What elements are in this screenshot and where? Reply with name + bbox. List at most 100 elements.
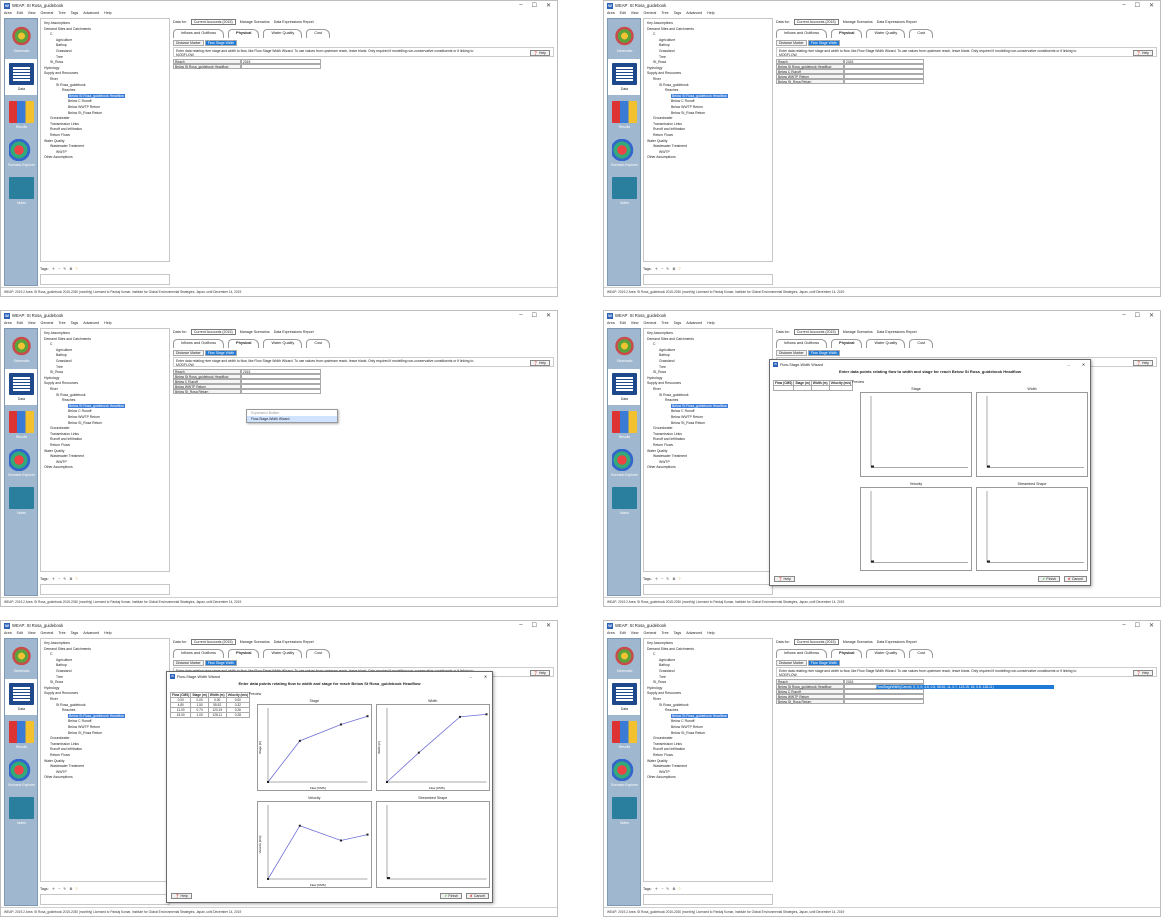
tree-node[interactable]: Below WWTP Return [68, 725, 100, 729]
data-expressions-report-button[interactable]: Data Expressions Report [877, 20, 917, 24]
tree-node[interactable]: Reaches [62, 88, 75, 92]
tree-node[interactable]: Bathup [56, 663, 67, 667]
tree-node[interactable]: Below WWTP Return [671, 725, 703, 729]
scenario-select[interactable]: Current Accounts (2015) [793, 19, 839, 25]
menu-general[interactable]: General [41, 321, 54, 325]
tree-node[interactable]: Return Flows [653, 443, 673, 447]
subtab-distance-marker[interactable]: Distance Marker [173, 660, 204, 666]
tree-node[interactable]: Supply and Resources [647, 691, 681, 695]
data-cell[interactable]: 128.11 [207, 712, 227, 718]
tree-node[interactable]: Below St_Rosa Return [671, 731, 705, 735]
tree-node[interactable]: Key Assumptions [647, 641, 673, 645]
tree-node[interactable]: Grassland [56, 669, 71, 673]
tree-node[interactable]: Demand Sites and Catchments [647, 647, 694, 651]
tree-node[interactable]: St_Rosa [50, 370, 63, 374]
menu-tags[interactable]: Tags [674, 321, 682, 325]
maximize-button[interactable]: ☐ [532, 2, 537, 9]
tree-node[interactable]: Transmission Links [653, 122, 682, 126]
close-button[interactable]: ✕ [546, 312, 551, 319]
menu-view[interactable]: View [28, 321, 36, 325]
results-view-button[interactable]: Results [612, 411, 637, 439]
tree-node[interactable]: Water Quality [44, 449, 64, 453]
tab-physical[interactable]: Physical [831, 339, 863, 348]
tab-water-quality[interactable]: Water Quality [866, 29, 906, 38]
menu-help[interactable]: Help [104, 11, 111, 15]
tree-node[interactable]: Return Flows [50, 753, 70, 757]
tag-list[interactable] [40, 274, 170, 285]
menu-help[interactable]: Help [104, 631, 111, 635]
edit-tag-icon[interactable]: ✎ [63, 887, 66, 891]
tree-node[interactable]: Agriculture [659, 348, 675, 352]
tree-node[interactable]: Wastewater Treatment [653, 144, 687, 148]
notes-view-button[interactable]: Notes [9, 487, 34, 515]
tag-list[interactable] [40, 894, 170, 905]
tab-physical[interactable]: Physical [831, 29, 863, 38]
tree-node[interactable]: C [50, 652, 52, 656]
tree-node[interactable]: Groundwater [50, 426, 70, 430]
tree-node[interactable]: Key Assumptions [44, 641, 70, 645]
data-view-button[interactable]: Data [9, 683, 34, 711]
schematic-view-button[interactable]: Schematic [9, 335, 34, 363]
maximize-button[interactable]: ☐ [1135, 312, 1140, 319]
data-expressions-report-button[interactable]: Data Expressions Report [877, 330, 917, 334]
tree-node[interactable]: Other Assumptions [44, 465, 73, 469]
menu-tags[interactable]: Tags [71, 321, 79, 325]
tree-node[interactable]: Key Assumptions [647, 331, 673, 335]
tree-node[interactable]: Transmission Links [653, 432, 682, 436]
scenario-explorer-button[interactable]: Scenario Explorer [611, 139, 638, 167]
tree-node[interactable]: Tree [56, 365, 63, 369]
tab-inflows-outflows[interactable]: Inflows and Outflows [776, 649, 828, 658]
tree-node[interactable]: Water Quality [647, 449, 667, 453]
maximize-button[interactable]: ☐ [1135, 2, 1140, 9]
tag-list[interactable] [40, 584, 170, 595]
tree-node[interactable]: Below C Runoff [671, 719, 695, 723]
menu-general[interactable]: General [644, 321, 657, 325]
remove-tag-icon[interactable]: − [58, 887, 60, 891]
data-view-button[interactable]: Data [612, 373, 637, 401]
tag-help-icon[interactable]: ? [76, 577, 78, 581]
maximize-button[interactable]: ☐ [532, 622, 537, 629]
results-view-button[interactable]: Results [612, 101, 637, 129]
remove-tag-icon[interactable]: − [661, 887, 663, 891]
tree-node[interactable]: St_Rosa [653, 60, 666, 64]
menu-advanced[interactable]: Advanced [83, 11, 99, 15]
subtab-distance-marker[interactable]: Distance Marker [173, 40, 204, 46]
tree-node[interactable]: Hydrology [44, 376, 59, 380]
tree-node[interactable]: Bathup [56, 43, 67, 47]
manage-scenarios-button[interactable]: Manage Scenarios [843, 330, 873, 334]
tab-inflows-outflows[interactable]: Inflows and Outflows [173, 29, 225, 38]
menu-tags[interactable]: Tags [674, 631, 682, 635]
finish-button[interactable]: ✔ Finish [1038, 576, 1060, 582]
tree-node[interactable]: Grassland [659, 49, 674, 53]
tree-node[interactable]: St Rosa_guidebook [56, 83, 86, 87]
scenario-explorer-button[interactable]: Scenario Explorer [611, 759, 638, 787]
tree-node[interactable]: Supply and Resources [44, 71, 78, 75]
results-view-button[interactable]: Results [9, 721, 34, 749]
data-cell[interactable]: 15.00 [169, 712, 192, 718]
menu-view[interactable]: View [28, 11, 36, 15]
tree-node[interactable]: Below C Runoff [671, 99, 695, 103]
tree-node[interactable]: Transmission Links [50, 432, 79, 436]
menu-general[interactable]: General [644, 11, 657, 15]
subtab-flow-stage-width[interactable]: Flow Stage Width [204, 350, 238, 356]
tree-node[interactable]: Below St_Rosa Return [68, 731, 102, 735]
help-button[interactable]: ❓ Help [1132, 670, 1153, 676]
remove-tag-icon[interactable]: − [58, 577, 60, 581]
tree-node[interactable]: Below St Rosa_guidebook Headflow [671, 403, 728, 408]
menu-advanced[interactable]: Advanced [686, 631, 702, 635]
results-view-button[interactable]: Results [9, 101, 34, 129]
tree-node[interactable]: St Rosa_guidebook [659, 703, 689, 707]
tag-settings-icon[interactable]: ⚙ [672, 267, 675, 271]
add-tag-icon[interactable]: ＋ [655, 577, 659, 582]
data-view-button[interactable]: Data [612, 63, 637, 91]
tree-node[interactable]: St Rosa_guidebook [659, 393, 689, 397]
dialog-help-button[interactable]: ❓ Help [774, 576, 795, 582]
tree-node[interactable]: Below St_Rosa Return [671, 421, 705, 425]
data-cell[interactable] [772, 385, 795, 391]
tree-node[interactable]: Water Quality [647, 759, 667, 763]
tree-node[interactable]: Groundwater [50, 736, 70, 740]
menu-edit[interactable]: Edit [17, 11, 23, 15]
tree-node[interactable]: Runoff and Infiltration [50, 747, 82, 751]
tree-node[interactable]: St_Rosa [653, 370, 666, 374]
notes-view-button[interactable]: Notes [612, 487, 637, 515]
